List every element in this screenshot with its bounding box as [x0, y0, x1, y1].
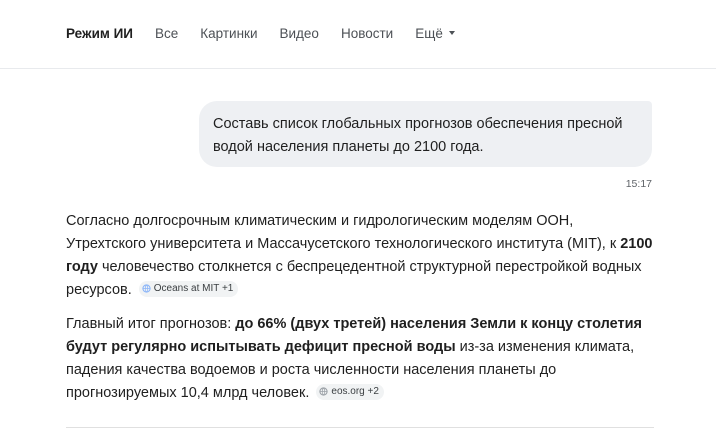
- divider: [66, 427, 654, 428]
- tab-more-label: Ещё: [415, 26, 443, 41]
- globe-icon: [319, 387, 329, 396]
- user-message-bubble: Составь список глобальных прогнозов обес…: [199, 101, 652, 167]
- tab-all[interactable]: Все: [155, 25, 178, 43]
- message-timestamp: 15:17: [625, 178, 652, 190]
- tab-ai-mode[interactable]: Режим ИИ: [66, 25, 133, 43]
- answer-paragraph-2: Главный итог прогнозов: до 66% (двух тре…: [66, 313, 656, 405]
- source-chip-label: eos.org +2: [331, 385, 379, 397]
- source-chip-label: Oceans at MIT +1: [153, 282, 234, 294]
- answer-paragraph-1: Согласно долгосрочным климатическим и ги…: [66, 210, 656, 302]
- globe-icon: [142, 284, 151, 293]
- answer-text: Согласно долгосрочным климатическим и ги…: [66, 213, 621, 252]
- source-chip[interactable]: eos.org +2: [316, 383, 384, 400]
- top-navigation: Режим ИИ Все Картинки Видео Новости Ещё: [0, 0, 716, 69]
- tab-images[interactable]: Картинки: [200, 25, 257, 43]
- answer-text: Главный итог прогнозов:: [66, 316, 236, 332]
- tab-videos[interactable]: Видео: [280, 25, 319, 43]
- source-chip[interactable]: Oceans at MIT +1: [138, 280, 239, 297]
- user-message-text: Составь список глобальных прогнозов обес…: [213, 116, 623, 155]
- tab-news[interactable]: Новости: [341, 25, 393, 43]
- search-tabs: Режим ИИ Все Картинки Видео Новости Ещё: [66, 25, 477, 43]
- caret-down-icon: [448, 31, 455, 36]
- tab-more[interactable]: Ещё: [415, 25, 455, 43]
